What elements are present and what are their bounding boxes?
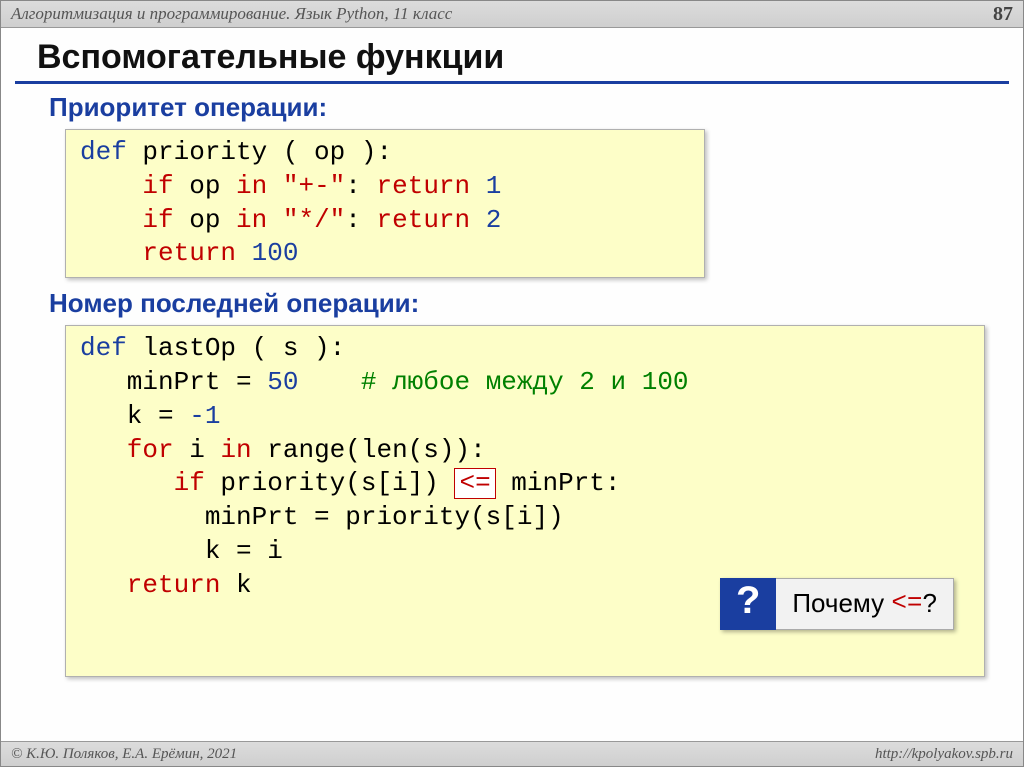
number-lit: 1 <box>486 171 502 201</box>
footer-url: http://kpolyakov.spb.ru <box>875 746 1013 763</box>
kw-return: return <box>80 570 220 600</box>
kw-in: in <box>236 205 267 235</box>
kw-in: in <box>220 435 251 465</box>
number-lit: 2 <box>486 205 502 235</box>
string-lit: "*/" <box>283 205 345 235</box>
number-lit: 50 <box>267 367 298 397</box>
question-callout: ? Почему <=? <box>720 578 954 630</box>
kw-def: def <box>80 137 127 167</box>
number-lit: -1 <box>189 401 220 431</box>
title-rule <box>15 81 1009 84</box>
footer-bar: © К.Ю. Поляков, Е.А. Ерёмин, 2021 http:/… <box>1 741 1023 766</box>
kw-if: if <box>80 205 174 235</box>
question-mark-icon: ? <box>720 578 776 630</box>
slide-title: Вспомогательные функции <box>37 38 1023 77</box>
slide: Алгоритмизация и программирование. Язык … <box>0 0 1024 767</box>
kw-def: def <box>80 333 127 363</box>
number-lit: 100 <box>252 238 299 268</box>
code-block-priority: def priority ( op ): if op in "+-": retu… <box>65 129 705 278</box>
question-text: Почему <=? <box>776 578 954 630</box>
string-lit: "+-" <box>283 171 345 201</box>
kw-if: if <box>80 171 174 201</box>
page-number: 87 <box>993 3 1013 26</box>
section-2-heading: Номер последней операции: <box>49 288 1023 319</box>
footer-copyright: © К.Ю. Поляков, Е.А. Ерёмин, 2021 <box>11 746 237 763</box>
header-bar: Алгоритмизация и программирование. Язык … <box>1 1 1023 28</box>
kw-return: return <box>377 205 471 235</box>
section-1-heading: Приоритет операции: <box>49 92 1023 123</box>
kw-for: for <box>80 435 174 465</box>
comment: # любое между 2 и 100 <box>361 367 689 397</box>
operator-ref: <= <box>891 587 922 621</box>
code-block-lastop: def lastOp ( s ): minPrt = 50 # любое ме… <box>65 325 985 677</box>
kw-in: in <box>236 171 267 201</box>
kw-return: return <box>80 238 236 268</box>
kw-return: return <box>377 171 471 201</box>
kw-if: if <box>80 468 205 498</box>
highlight-operator: <= <box>454 468 495 499</box>
course-title: Алгоритмизация и программирование. Язык … <box>11 4 452 24</box>
